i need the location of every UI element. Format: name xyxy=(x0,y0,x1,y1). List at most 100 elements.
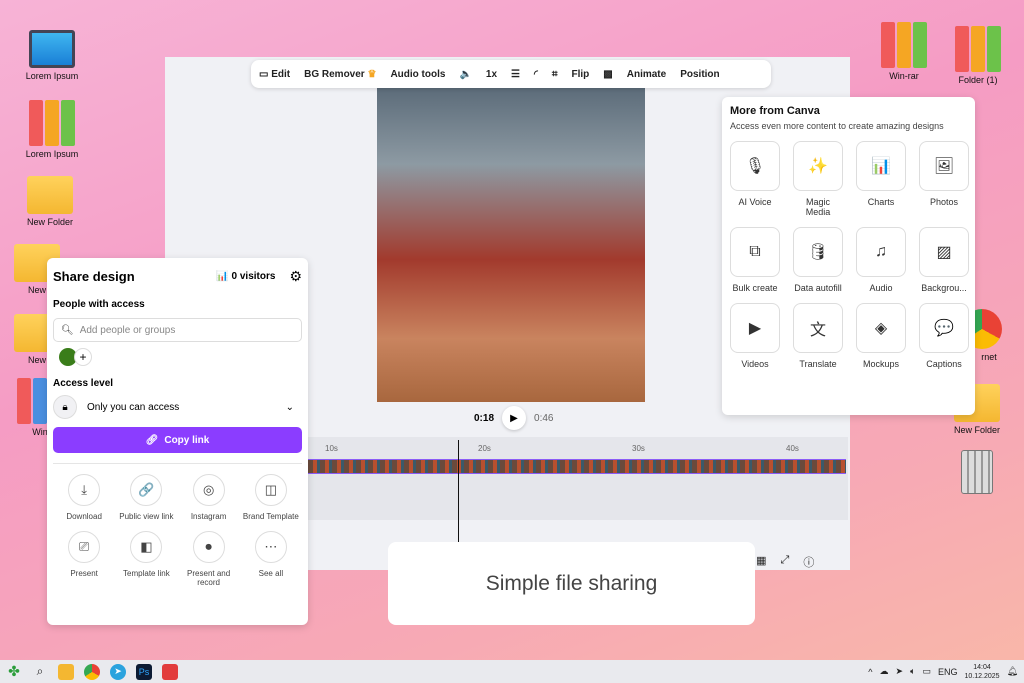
more-item[interactable]: 文 Translate xyxy=(793,303,843,369)
caption-box: Simple file sharing xyxy=(388,542,755,625)
binders-icon xyxy=(955,26,1001,72)
photoshop-icon[interactable]: Ps xyxy=(136,663,152,680)
position-button[interactable]: Position xyxy=(680,69,719,80)
tick-40s: 40s xyxy=(786,444,799,453)
share-action[interactable]: ◧ Template link xyxy=(115,531,177,587)
add-person-button[interactable]: + xyxy=(74,348,92,366)
desktop-icon-new-folder[interactable]: New Folder xyxy=(18,168,82,227)
playhead[interactable] xyxy=(458,440,459,542)
tick-30s: 30s xyxy=(632,444,645,453)
desktop-icon-lorem-ipsum-2[interactable]: Lorem Ipsum xyxy=(20,100,84,159)
chevron-down-icon: ⌄ xyxy=(285,401,294,413)
people-label: People with access xyxy=(53,299,145,310)
panel-subtitle: Access even more content to create amazi… xyxy=(730,121,944,131)
more-item[interactable]: 🖼 Photos xyxy=(919,141,969,217)
more-item[interactable]: 🎙 AI Voice xyxy=(730,141,780,217)
access-level-dropdown[interactable]: 🔒︎ Only you can access ⌄ xyxy=(53,395,302,419)
file-explorer-icon[interactable] xyxy=(58,663,74,680)
data-autofill-icon: 🛢 xyxy=(793,227,843,277)
fullscreen-icon[interactable]: ⤢ xyxy=(781,554,790,570)
search-icon[interactable]: ⌕ xyxy=(32,664,48,680)
flip-button[interactable]: Flip xyxy=(572,69,590,80)
more-item[interactable]: ▨ Backgrou... xyxy=(919,227,969,293)
binders-icon xyxy=(29,100,75,146)
edit-button[interactable]: ▭ Edit xyxy=(259,69,290,80)
chevron-up-icon[interactable]: ^ xyxy=(868,667,872,677)
more-item[interactable]: ▶ Videos xyxy=(730,303,780,369)
audio-tools-button[interactable]: Audio tools xyxy=(390,69,445,80)
telegram-icon[interactable]: ➤ xyxy=(110,663,126,680)
share-action[interactable]: ⏺ Present and record xyxy=(178,531,240,587)
captions-icon: 💬 xyxy=(919,303,969,353)
video-canvas[interactable] xyxy=(377,85,645,402)
volume-icon[interactable]: 🔈︎ xyxy=(910,666,915,677)
display-icon[interactable]: ▭ xyxy=(922,666,931,677)
audio-icon: ♫ xyxy=(856,227,906,277)
desktop-icon-folder-1[interactable]: Folder (1) xyxy=(946,26,1010,85)
share-action[interactable]: ⋯ See all xyxy=(240,531,302,587)
desktop-icon-lorem-ipsum[interactable]: Lorem Ipsum xyxy=(20,30,84,81)
start-icon[interactable]: ✤ xyxy=(6,663,22,680)
grid-view-icon[interactable]: ▦ xyxy=(756,554,766,570)
app-icon[interactable] xyxy=(162,663,178,680)
telegram-tray-icon[interactable]: ➤ xyxy=(896,666,904,677)
video-track[interactable] xyxy=(308,459,846,474)
download-icon: ⤓ xyxy=(68,474,101,506)
share-action[interactable]: ◫ Brand Template xyxy=(240,474,302,521)
more-item[interactable]: ♫ Audio xyxy=(856,227,906,293)
clock[interactable]: 14:04 10.12.2025 xyxy=(965,663,1000,681)
volume-icon[interactable]: 🔈 xyxy=(459,69,471,80)
more-from-canva-panel: More from Canva Access even more content… xyxy=(722,97,975,415)
tick-10s: 10s xyxy=(325,444,338,453)
help-icon[interactable]: ⓘ xyxy=(803,554,814,570)
add-people-input[interactable]: 🔍︎ Add people or groups xyxy=(53,318,302,342)
search-icon: 🔍︎ xyxy=(61,324,74,336)
more-item[interactable]: 🛢 Data autofill xyxy=(793,227,843,293)
monitor-icon xyxy=(29,30,75,68)
timeline[interactable] xyxy=(308,437,848,520)
backgrou--icon: ▨ xyxy=(919,227,969,277)
see-all-icon: ⋯ xyxy=(254,531,287,563)
settings-gear-icon[interactable]: ⚙ xyxy=(289,268,302,285)
play-button[interactable]: ▶ xyxy=(502,406,527,430)
more-item[interactable]: ✨ Magic Media xyxy=(793,141,843,217)
link-icon: 🔗︎ xyxy=(145,434,159,446)
more-item[interactable]: ⧉ Bulk create xyxy=(730,227,780,293)
crown-icon: ♛ xyxy=(367,68,377,80)
panel-title: More from Canva xyxy=(730,105,820,117)
access-label: Access level xyxy=(53,378,114,389)
network-icon[interactable]: ☁ xyxy=(880,666,889,677)
share-action[interactable]: ◎ Instagram xyxy=(178,474,240,521)
mockups-icon: ◈ xyxy=(856,303,906,353)
public-view-link-icon: 🔗 xyxy=(130,474,163,506)
folder-icon xyxy=(27,176,73,214)
playback-controls: 0:18 ▶ 0:46 xyxy=(474,406,553,430)
photos-icon: 🖼 xyxy=(919,141,969,191)
desktop-icon-winrar[interactable]: Win-rar xyxy=(872,22,936,81)
more-item[interactable]: ◈ Mockups xyxy=(856,303,906,369)
magic-media-icon: ✨ xyxy=(793,141,843,191)
chrome-icon[interactable] xyxy=(84,663,100,680)
bg-remover-button[interactable]: BG Remover ♛ xyxy=(304,69,376,80)
language-indicator[interactable]: ENG xyxy=(938,667,958,677)
visitors-button[interactable]: 📊 0 visitors xyxy=(216,271,275,282)
speed-button[interactable]: 1x xyxy=(486,69,497,80)
corner-icon[interactable]: ◜ xyxy=(534,69,538,80)
line-weight-icon[interactable]: ☰ xyxy=(511,69,520,80)
share-action[interactable]: ⎚ Present xyxy=(53,531,115,587)
animate-button[interactable]: Animate xyxy=(627,69,666,80)
crop-icon[interactable]: ⌗ xyxy=(552,69,558,80)
videos-icon: ▶ xyxy=(730,303,780,353)
editor-toolbar: ▭ Edit BG Remover ♛ Audio tools 🔈 1x ☰ ◜… xyxy=(251,60,771,88)
more-item[interactable]: 📊 Charts xyxy=(856,141,906,217)
more-item[interactable]: 💬 Captions xyxy=(919,303,969,369)
notification-bell-icon[interactable]: 🔔︎ xyxy=(1007,666,1018,677)
lock-icon: 🔒︎ xyxy=(53,395,77,419)
share-action[interactable]: 🔗 Public view link xyxy=(115,474,177,521)
translate-icon: 文 xyxy=(793,303,843,353)
recycle-bin[interactable] xyxy=(945,450,1009,497)
copy-link-button[interactable]: 🔗︎ Copy link xyxy=(53,427,302,453)
bulk-create-icon: ⧉ xyxy=(730,227,780,277)
transparency-icon[interactable]: ▩ xyxy=(603,69,612,80)
share-action[interactable]: ⤓ Download xyxy=(53,474,115,521)
